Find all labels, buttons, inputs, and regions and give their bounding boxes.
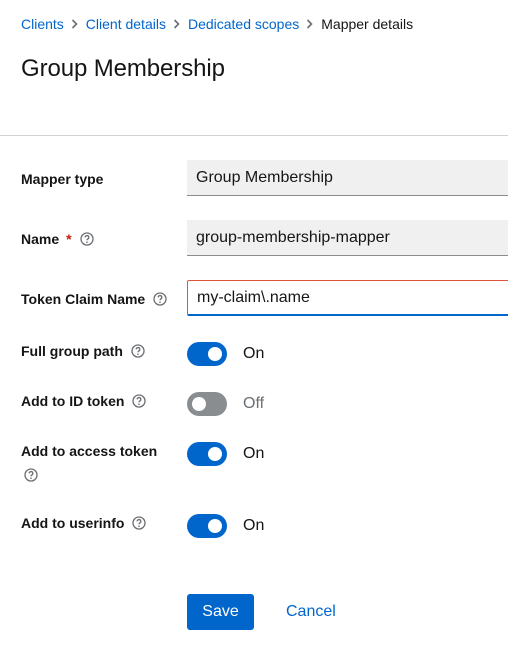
breadcrumb: Clients Client details Dedicated scopes …	[21, 15, 413, 33]
add-to-access-token-label: Add to access token	[21, 440, 157, 462]
mapper-type-field[interactable]	[187, 160, 508, 196]
switch-state-label: On	[243, 445, 265, 462]
add-to-id-token-switch[interactable]: Off	[187, 392, 264, 416]
chevron-right-icon	[299, 15, 321, 33]
help-icon[interactable]	[24, 468, 38, 482]
breadcrumb-current: Mapper details	[321, 16, 414, 32]
chevron-right-icon	[166, 15, 188, 33]
full-group-path-label: Full group path	[21, 340, 145, 362]
token-claim-name-label-text: Token Claim Name	[21, 291, 146, 307]
save-button[interactable]: Save	[187, 594, 254, 630]
switch-knob	[192, 397, 206, 411]
name-label-text: Name	[21, 231, 60, 247]
add-to-userinfo-label-text: Add to userinfo	[21, 515, 125, 531]
chevron-right-icon	[64, 15, 86, 33]
help-icon[interactable]	[153, 292, 167, 306]
help-icon[interactable]	[131, 344, 145, 358]
switch-track[interactable]	[187, 442, 227, 466]
token-claim-name-field[interactable]	[187, 280, 508, 316]
breadcrumb-clients-link[interactable]: Clients	[21, 16, 64, 32]
required-marker: *	[66, 231, 72, 247]
help-icon[interactable]	[79, 232, 94, 246]
add-to-userinfo-label: Add to userinfo	[21, 512, 147, 534]
full-group-path-switch[interactable]: On	[187, 342, 264, 366]
page-title: Group Membership	[21, 55, 225, 82]
mapper-type-label: Mapper type	[21, 168, 103, 190]
switch-track[interactable]	[187, 342, 227, 366]
switch-knob	[208, 447, 222, 461]
mapper-type-label-text: Mapper type	[21, 171, 104, 187]
switch-state-label: Off	[243, 395, 265, 412]
name-label: Name *	[21, 228, 94, 250]
switch-knob	[208, 347, 222, 361]
switch-knob	[208, 519, 222, 533]
switch-state-label: On	[243, 345, 265, 362]
switch-state-label: On	[243, 517, 265, 534]
breadcrumb-client-details-link[interactable]: Client details	[86, 16, 166, 32]
switch-track[interactable]	[187, 514, 227, 538]
add-to-userinfo-switch[interactable]: On	[187, 514, 264, 538]
header-divider	[0, 135, 508, 136]
add-to-id-token-label: Add to ID token	[21, 390, 147, 412]
token-claim-name-label: Token Claim Name	[21, 288, 167, 310]
switch-track[interactable]	[187, 392, 227, 416]
cancel-button[interactable]: Cancel	[272, 594, 350, 630]
name-field[interactable]	[187, 220, 508, 256]
add-to-access-token-label-text: Add to access token	[21, 443, 158, 459]
add-to-id-token-label-text: Add to ID token	[21, 393, 125, 409]
add-to-access-token-switch[interactable]: On	[187, 442, 264, 466]
help-icon[interactable]	[132, 394, 147, 408]
breadcrumb-dedicated-scopes-link[interactable]: Dedicated scopes	[188, 16, 299, 32]
help-icon[interactable]	[132, 516, 147, 530]
full-group-path-label-text: Full group path	[21, 343, 123, 359]
